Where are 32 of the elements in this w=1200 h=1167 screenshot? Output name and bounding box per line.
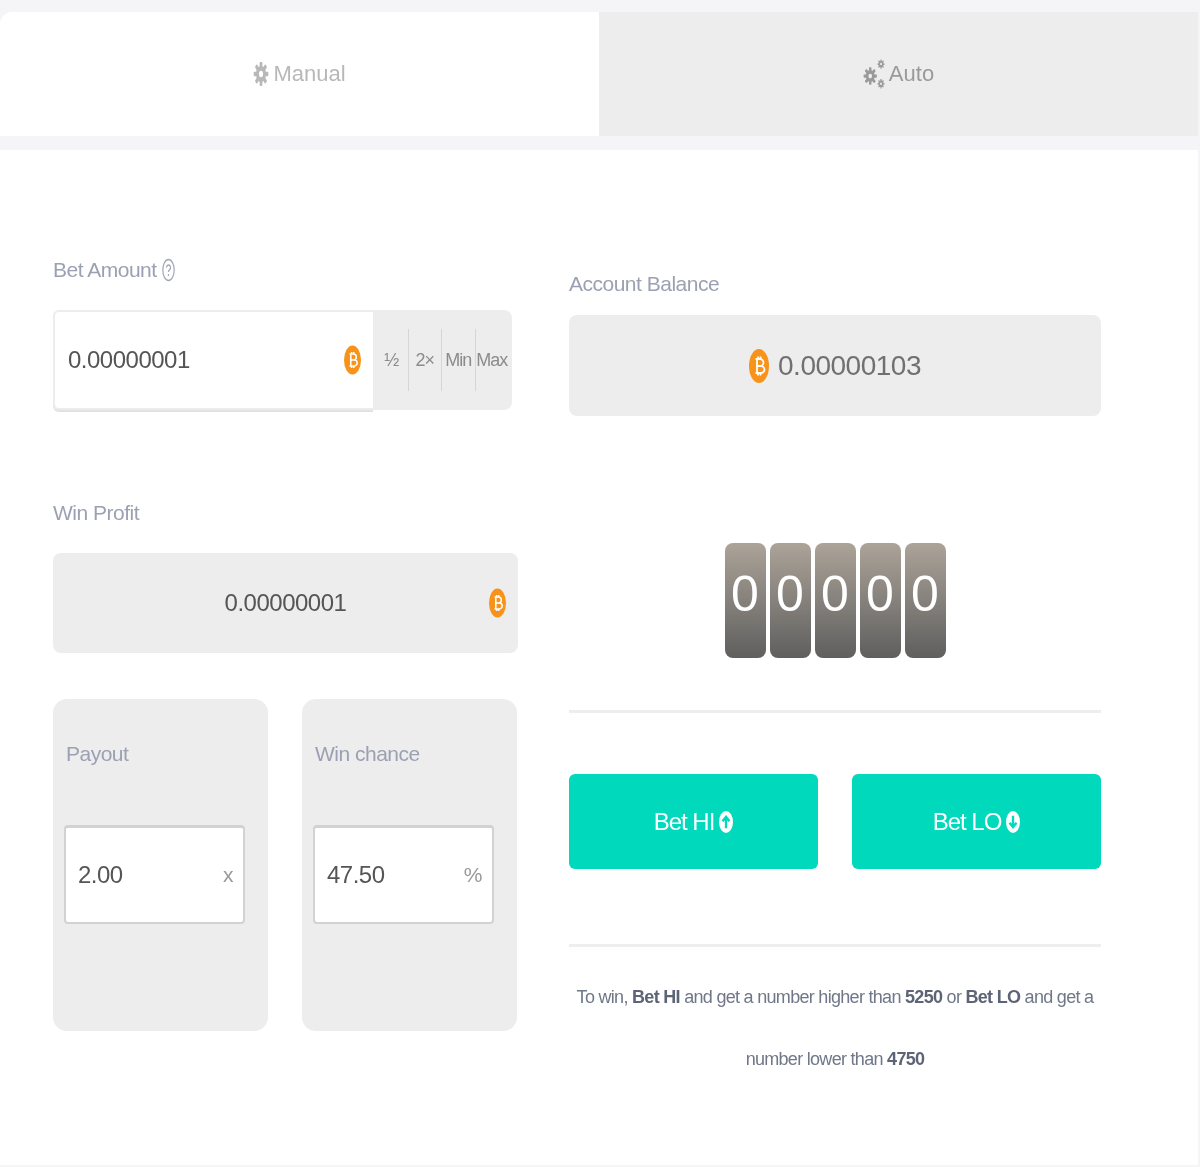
bet-button[interactable]: Bet LO <box>852 774 1101 869</box>
win-profit-field[interactable]: 0.00000001 <box>53 553 518 653</box>
digit-reel: 0 <box>859 543 901 658</box>
digit-reel: 0 <box>769 543 811 658</box>
mode-tab[interactable]: Auto <box>599 12 1198 136</box>
amount-shortcut-button[interactable]: Min <box>441 329 475 391</box>
field-label: Account Balance <box>569 271 720 297</box>
bet-amount-input[interactable]: 0.00000001 <box>53 310 373 410</box>
bitcoin-icon <box>344 344 361 376</box>
help-icon[interactable] <box>161 258 175 282</box>
digit-reel: 0 <box>904 543 946 658</box>
amount-shortcut-button[interactable]: ½ <box>375 329 408 391</box>
unit-suffix: % <box>463 863 482 887</box>
amount-shortcut-button[interactable]: 2× <box>407 329 441 391</box>
gear-icon <box>253 61 270 87</box>
rules-text: To win, Bet HI and get a number higher than 5250 or Bet LO and get a number lower than 4750 <box>575 986 1095 1071</box>
amount-shortcut-button[interactable]: Max <box>474 329 508 391</box>
gears-icon <box>862 59 885 89</box>
number-input[interactable]: 47.50 % <box>313 825 494 924</box>
field-label: Win chance <box>315 741 420 767</box>
mode-tab[interactable]: Manual <box>0 12 599 136</box>
balance-value: 0.00000103 <box>778 349 921 382</box>
field-label: Payout <box>66 741 129 767</box>
field-label: Bet Amount <box>53 257 157 283</box>
number-input[interactable]: 2.00 x <box>64 825 245 924</box>
unit-suffix: x <box>223 863 233 887</box>
field-label: Win Profit <box>53 500 139 526</box>
bitcoin-icon <box>749 346 770 385</box>
digit-reel: 0 <box>724 543 766 658</box>
bitcoin-icon <box>489 587 506 619</box>
digit-reel: 0 <box>814 543 856 658</box>
bet-button[interactable]: Bet HI <box>569 774 818 869</box>
